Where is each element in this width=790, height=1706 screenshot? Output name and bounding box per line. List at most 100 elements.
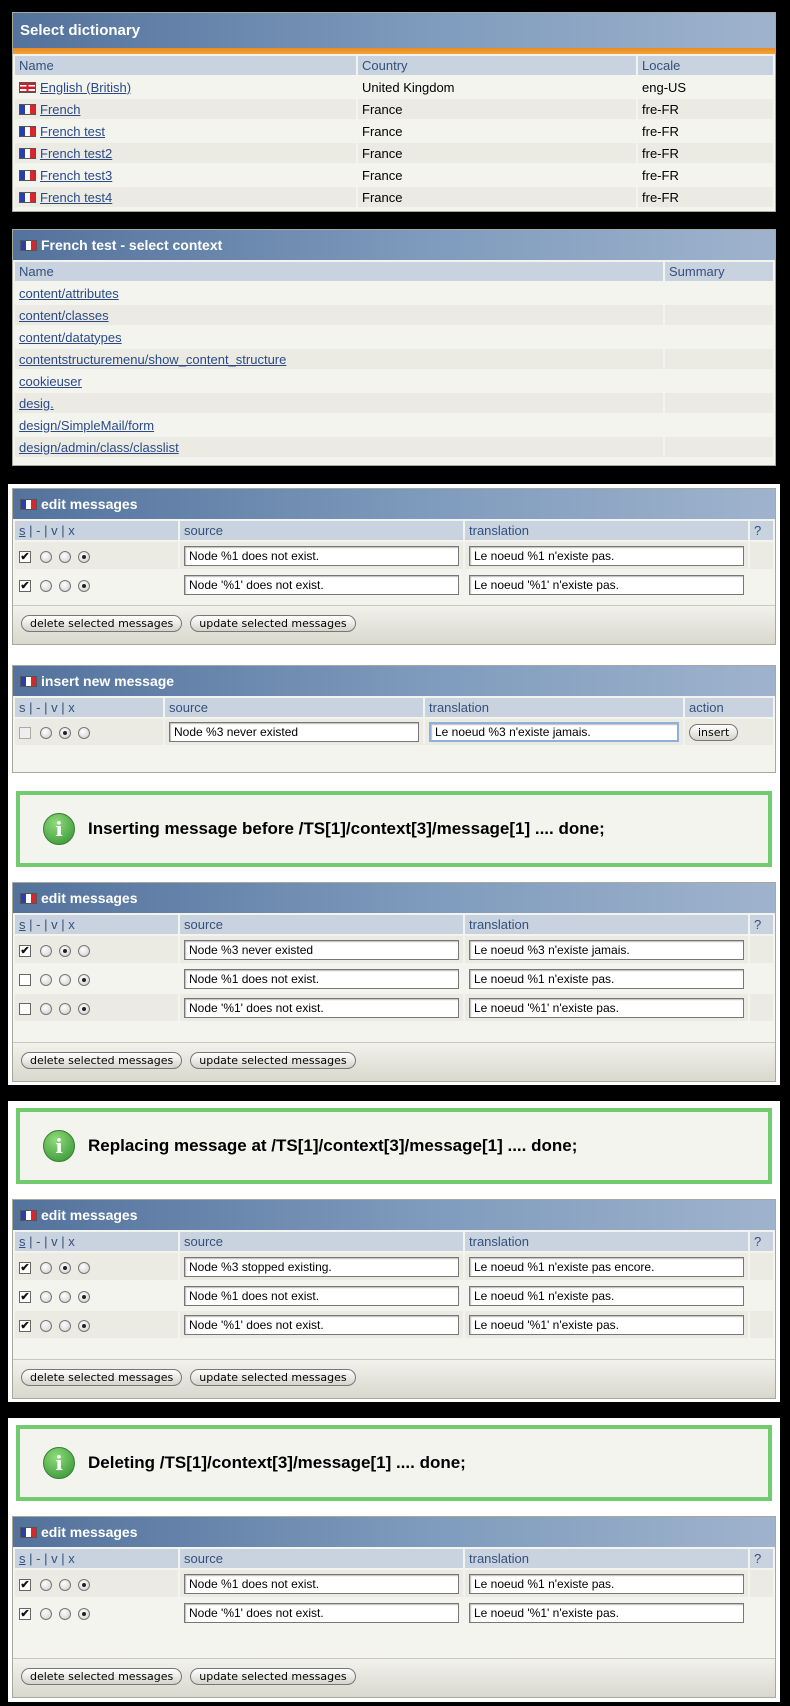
source-input[interactable] [184,1256,459,1277]
select-checkbox[interactable]: ✔ [19,1607,31,1620]
radio-v[interactable] [59,579,71,592]
radio-dash[interactable] [40,1002,52,1015]
source-input[interactable] [184,939,459,960]
insert-button[interactable]: insert [689,723,739,741]
radio-v[interactable] [59,1261,71,1274]
translation-input[interactable] [469,1256,744,1277]
name-cell: French test [15,121,356,141]
dictionary-link[interactable]: English (British) [40,80,131,95]
radio-v[interactable] [59,944,71,957]
dictionary-link[interactable]: French test [40,124,105,139]
radio-dash[interactable] [40,1319,52,1332]
translation-input[interactable] [469,574,744,595]
update-selected-button[interactable]: update selected messages [190,1052,356,1069]
header-translation: translation [465,915,748,934]
context-link[interactable]: desig. [19,396,54,411]
sort-s-link[interactable]: s [19,917,26,932]
radio-x[interactable] [78,727,90,740]
source-input[interactable] [184,574,459,595]
source-input[interactable] [184,997,459,1018]
dictionary-link[interactable]: French [40,102,80,117]
select-checkbox[interactable] [19,1002,31,1015]
radio-x[interactable] [78,944,90,957]
select-checkbox[interactable]: ✔ [19,1578,31,1591]
context-link[interactable]: content/datatypes [19,330,122,345]
radio-v[interactable] [59,1290,71,1303]
radio-x[interactable] [78,973,90,986]
context-link[interactable]: content/attributes [19,286,119,301]
header-country: Country [358,56,636,75]
source-input[interactable] [184,968,459,989]
insert-translation-input[interactable] [429,722,679,742]
update-selected-button[interactable]: update selected messages [190,615,356,632]
context-link[interactable]: cookieuser [19,374,82,389]
translation-input[interactable] [469,968,744,989]
select-checkbox[interactable]: ✔ [19,550,31,563]
delete-selected-button[interactable]: delete selected messages [21,1668,183,1685]
radio-x[interactable] [78,1002,90,1015]
radio-v[interactable] [59,1578,71,1591]
radio-dash[interactable] [40,727,52,740]
delete-selected-button[interactable]: delete selected messages [21,615,183,632]
translation-input[interactable] [469,545,744,566]
radio-dash[interactable] [40,579,52,592]
radio-v[interactable] [59,727,71,740]
radio-x[interactable] [78,579,90,592]
update-selected-button[interactable]: update selected messages [190,1369,356,1386]
dictionary-link[interactable]: French test3 [40,168,112,183]
select-checkbox[interactable] [19,727,31,740]
sort-s-link[interactable]: s [19,1551,26,1566]
select-checkbox[interactable]: ✔ [19,1261,31,1274]
select-checkbox[interactable]: ✔ [19,1290,31,1303]
dictionary-link[interactable]: French test2 [40,146,112,161]
context-link[interactable]: design/admin/class/classlist [19,440,179,455]
sort-s-link[interactable]: s [19,523,26,538]
name-cell: French test4 [15,187,356,207]
header-help: ? [750,1232,773,1251]
dictionary-link[interactable]: French test4 [40,190,112,205]
radio-dash[interactable] [40,1578,52,1591]
radio-dash[interactable] [40,550,52,563]
source-input[interactable] [184,545,459,566]
select-checkbox[interactable]: ✔ [19,944,31,957]
radio-dash[interactable] [40,1290,52,1303]
source-input[interactable] [184,1602,459,1623]
radio-dash[interactable] [40,944,52,957]
translation-input[interactable] [469,1285,744,1306]
insert-source-input[interactable] [169,722,419,742]
translation-input[interactable] [469,939,744,960]
select-checkbox[interactable]: ✔ [19,1319,31,1332]
radio-dash[interactable] [40,1261,52,1274]
context-link[interactable]: content/classes [19,308,109,323]
source-input[interactable] [184,1573,459,1594]
radio-v[interactable] [59,550,71,563]
delete-selected-button[interactable]: delete selected messages [21,1052,183,1069]
radio-v[interactable] [59,973,71,986]
radio-x[interactable] [78,550,90,563]
select-checkbox[interactable]: ✔ [19,579,31,592]
table-row: ✔ [15,1311,773,1338]
translation-input[interactable] [469,1573,744,1594]
radio-dash[interactable] [40,1607,52,1620]
radio-v[interactable] [59,1002,71,1015]
translation-input[interactable] [469,1314,744,1335]
sort-s-link[interactable]: s [19,1234,26,1249]
radio-x[interactable] [78,1578,90,1591]
source-input[interactable] [184,1314,459,1335]
radio-x[interactable] [78,1319,90,1332]
radio-x[interactable] [78,1290,90,1303]
context-link[interactable]: contentstructuremenu/show_content_struct… [19,352,286,367]
select-checkbox[interactable] [19,973,31,986]
update-selected-button[interactable]: update selected messages [190,1668,356,1685]
radio-dash[interactable] [40,973,52,986]
context-link[interactable]: design/SimpleMail/form [19,418,154,433]
radio-v[interactable] [59,1319,71,1332]
translation-input[interactable] [469,1602,744,1623]
translation-input[interactable] [469,997,744,1018]
radio-x[interactable] [78,1261,90,1274]
radio-x[interactable] [78,1607,90,1620]
delete-selected-button[interactable]: delete selected messages [21,1369,183,1386]
edit-title-text: edit messages [41,1524,138,1540]
source-input[interactable] [184,1285,459,1306]
radio-v[interactable] [59,1607,71,1620]
